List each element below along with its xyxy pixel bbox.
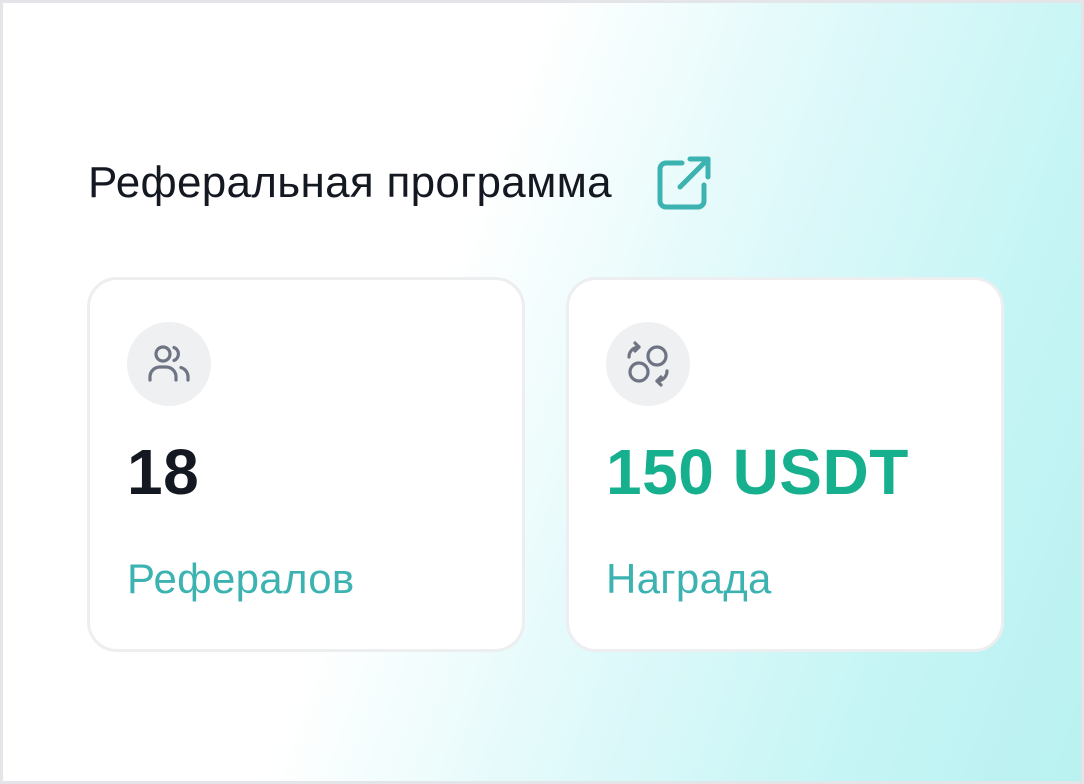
- reward-label: Награда: [606, 555, 772, 602]
- referral-panel: Реферальная программа 18 Рефералов 150 U…: [0, 0, 1084, 784]
- panel-header: Реферальная программа: [88, 148, 716, 218]
- referrals-label: Рефералов: [127, 555, 355, 602]
- external-link-icon[interactable]: [652, 151, 716, 215]
- exchange-coins-icon: [606, 322, 690, 406]
- referrals-card: 18 Рефералов: [87, 277, 525, 652]
- reward-amount: 150 USDT: [606, 436, 909, 508]
- referrals-count: 18: [127, 436, 200, 508]
- reward-card: 150 USDT Награда: [566, 277, 1004, 652]
- page-title: Реферальная программа: [88, 158, 612, 207]
- users-icon: [127, 322, 211, 406]
